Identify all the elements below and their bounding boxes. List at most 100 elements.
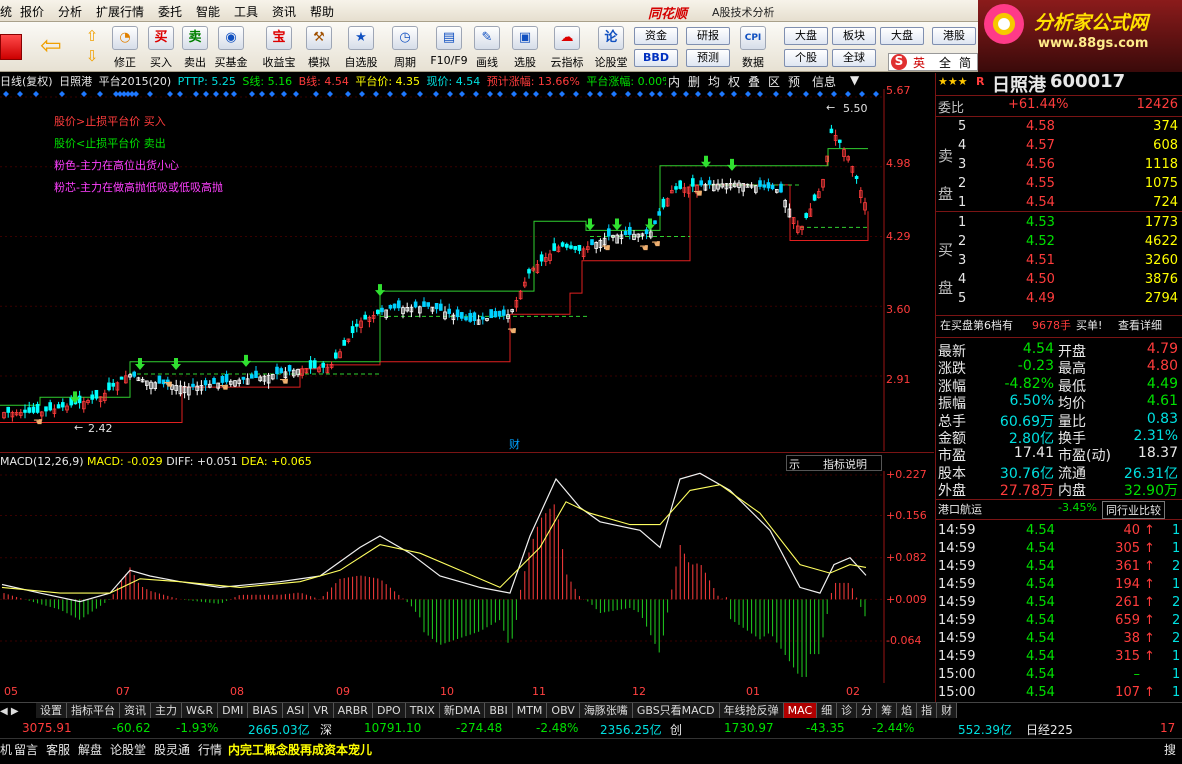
- sector-button[interactable]: 板块: [832, 27, 876, 45]
- toolbar-cloud-indicator-button[interactable]: ☁ 云指标: [550, 24, 584, 70]
- forecast-button[interactable]: 预测: [686, 49, 730, 67]
- btn-inner[interactable]: 内: [668, 73, 680, 90]
- tab-5[interactable]: DMI: [218, 703, 249, 718]
- toolbar-watchlist-button[interactable]: ★ 自选股: [344, 24, 378, 70]
- tab-24[interactable]: 焰: [897, 703, 918, 718]
- buy-level-row[interactable]: 2 4.52 4622: [936, 234, 1182, 252]
- search-button[interactable]: 搜: [1164, 741, 1176, 758]
- buy-level-row[interactable]: 5 4.49 2794: [936, 291, 1182, 309]
- tab-15[interactable]: OBV: [547, 703, 580, 718]
- macd-chart[interactable]: [0, 471, 934, 683]
- tab-11[interactable]: TRIX: [405, 703, 440, 718]
- menu-extended[interactable]: 扩展行情: [96, 3, 144, 20]
- toolbar-simulate-button[interactable]: ⚒ 模拟: [302, 24, 336, 70]
- tab-22[interactable]: 分: [857, 703, 878, 718]
- period-label[interactable]: 日线(复权): [0, 75, 53, 88]
- tab-12[interactable]: 新DMA: [439, 703, 486, 718]
- toolbar-data-button[interactable]: CPI 数据: [736, 24, 770, 70]
- candle-body: [254, 370, 258, 378]
- ime-bar[interactable]: S 英 全 简: [888, 53, 978, 71]
- tab-9[interactable]: ARBR: [333, 703, 373, 718]
- menu-tools[interactable]: 工具: [234, 3, 258, 20]
- chart-dropdown-icon[interactable]: ▼: [850, 73, 859, 87]
- menu-news[interactable]: 资讯: [272, 3, 296, 20]
- research-button[interactable]: 研报: [686, 27, 730, 45]
- market-button[interactable]: 大盘: [784, 27, 828, 45]
- menu-help[interactable]: 帮助: [310, 3, 334, 20]
- tab-8[interactable]: VR: [309, 703, 334, 718]
- fund-flow-button[interactable]: 资金: [634, 27, 678, 45]
- toolbar-screen-button[interactable]: ▣ 选股: [508, 24, 542, 70]
- status-service[interactable]: 客服: [46, 741, 70, 758]
- menu-analysis[interactable]: 分析: [58, 3, 82, 20]
- status-guling[interactable]: 股灵通: [154, 741, 190, 758]
- sell-level-row[interactable]: 3 4.56 1118: [936, 157, 1182, 175]
- toolbar-f10-button[interactable]: ▤ F10/F9: [430, 24, 468, 70]
- btn-average[interactable]: 均: [708, 73, 720, 90]
- big-order-notice[interactable]: 在买盘第6档有 9678手 买单! 查看详细: [936, 317, 1182, 335]
- btn-rights[interactable]: 权: [728, 73, 740, 90]
- up-down-arrow-icon[interactable]: ⇧ ⇩: [82, 26, 102, 66]
- menu-system[interactable]: 统: [0, 3, 12, 20]
- global-button[interactable]: 全球: [832, 49, 876, 67]
- indicator-name[interactable]: 平台2015(20): [99, 75, 172, 88]
- tab-2[interactable]: 资讯: [120, 703, 151, 718]
- industry-compare-button[interactable]: 同行业比较: [1102, 501, 1165, 519]
- status-message[interactable]: 留言: [14, 741, 38, 758]
- view-detail-link[interactable]: 查看详细: [1118, 317, 1162, 333]
- menu-quote[interactable]: 报价: [20, 3, 44, 20]
- hk-stock-button[interactable]: 港股: [932, 27, 976, 45]
- macd-title[interactable]: MACD(12,26,9): [0, 455, 84, 468]
- toolbar-forum-button[interactable]: 论论股堂: [594, 24, 628, 70]
- tab-20[interactable]: 细: [817, 703, 838, 718]
- status-market[interactable]: 行情: [198, 741, 222, 758]
- status-forum[interactable]: 论股堂: [110, 741, 146, 758]
- indicator-help-tab[interactable]: 示 指标说明: [786, 455, 882, 471]
- tab-7[interactable]: ASI: [282, 703, 310, 718]
- btn-info[interactable]: 信息: [812, 73, 836, 90]
- buy-level-row[interactable]: 1 4.53 1773: [936, 215, 1182, 233]
- tab-18[interactable]: 年线抢反弹: [719, 703, 784, 718]
- tab-19[interactable]: MAC: [783, 703, 818, 718]
- single-stock-button[interactable]: 个股: [784, 49, 828, 67]
- sector-name[interactable]: 港口航运: [938, 501, 982, 517]
- status-item[interactable]: 机: [0, 741, 12, 758]
- buy-level-row[interactable]: 3 4.51 3260: [936, 253, 1182, 271]
- toolbar-fund-button[interactable]: ◉ 买基金: [214, 24, 248, 70]
- news-ticker[interactable]: 内完工概念股再成资本宠儿: [228, 741, 372, 758]
- tab-17[interactable]: GBS只看MACD: [632, 703, 720, 718]
- tab-16[interactable]: 海豚张嘴: [579, 703, 633, 718]
- bbd-button[interactable]: BBD: [634, 49, 678, 67]
- buy-level-row[interactable]: 4 4.50 3876: [936, 272, 1182, 290]
- tab-10[interactable]: DPO: [372, 703, 406, 718]
- tab-0[interactable]: 设置: [36, 703, 67, 718]
- grid-icon[interactable]: [0, 34, 22, 60]
- tab-4[interactable]: W&R: [182, 703, 219, 718]
- tab-21[interactable]: 诊: [837, 703, 858, 718]
- status-analysis[interactable]: 解盘: [78, 741, 102, 758]
- tab-25[interactable]: 指: [917, 703, 938, 718]
- btn-range[interactable]: 区: [768, 73, 780, 90]
- menu-order[interactable]: 委托: [158, 3, 182, 20]
- btn-delete[interactable]: 删: [688, 73, 700, 90]
- sell-level-row[interactable]: 4 4.57 608: [936, 138, 1182, 156]
- finance-marker[interactable]: 财: [509, 437, 520, 451]
- tab-13[interactable]: BBI: [485, 703, 513, 718]
- menu-smart[interactable]: 智能: [196, 3, 220, 20]
- tab-14[interactable]: MTM: [512, 703, 548, 718]
- market-2-button[interactable]: 大盘: [880, 27, 924, 45]
- btn-forecast[interactable]: 预: [788, 73, 800, 90]
- toolbar-yield-button[interactable]: 宝收益宝: [262, 24, 296, 70]
- back-arrow-icon[interactable]: ⇦: [40, 32, 68, 60]
- sell-level-row[interactable]: 5 4.58 374: [936, 119, 1182, 137]
- toolbar-period-button[interactable]: ◷ 周期: [388, 24, 422, 70]
- tab-scroll-arrows-icon[interactable]: ◀ ▶: [0, 706, 36, 717]
- tab-3[interactable]: 主力: [151, 703, 182, 718]
- tab-6[interactable]: BIAS: [248, 703, 283, 718]
- btn-overlay[interactable]: 叠: [748, 73, 760, 90]
- sell-level-row[interactable]: 2 4.55 1075: [936, 176, 1182, 194]
- tab-26[interactable]: 财: [937, 703, 958, 718]
- toolbar-draw-button[interactable]: ✎ 画线: [470, 24, 504, 70]
- tab-23[interactable]: 筹: [877, 703, 898, 718]
- tab-1[interactable]: 指标平台: [67, 703, 120, 718]
